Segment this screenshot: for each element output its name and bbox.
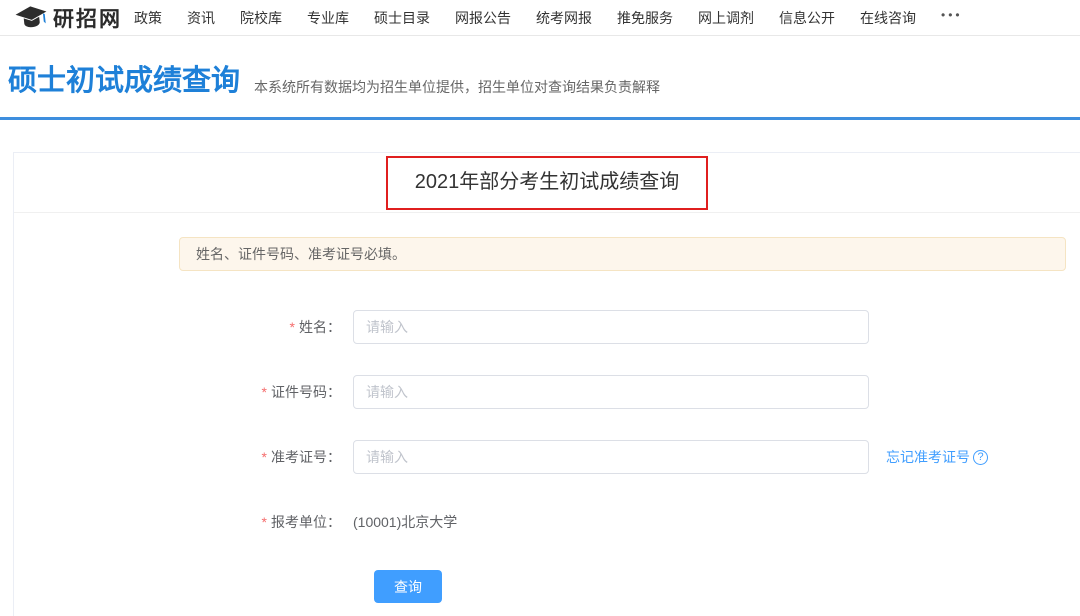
ticket-number-label: *准考证号： xyxy=(179,447,341,467)
required-asterisk: * xyxy=(262,449,267,465)
nav-item-yuanxiaoku[interactable]: 院校库 xyxy=(240,8,282,28)
ticket-number-input[interactable] xyxy=(353,440,869,474)
question-circle-icon: ? xyxy=(973,450,988,465)
id-number-label: *证件号码： xyxy=(179,382,341,402)
nav-item-tuimianfuwu[interactable]: 推免服务 xyxy=(617,8,673,28)
target-unit-value: (10001)北京大学 xyxy=(353,512,457,532)
site-logo[interactable]: 研招网 xyxy=(15,3,122,33)
nav-item-zixun[interactable]: 资讯 xyxy=(187,8,215,28)
nav-more-ellipsis-icon[interactable]: ••• xyxy=(941,8,963,28)
name-label: *姓名： xyxy=(179,317,341,337)
page-header: 硕士初试成绩查询 本系统所有数据均为招生单位提供，招生单位对查询结果负责解释 xyxy=(0,36,1080,117)
nav-item-shuoshimulu[interactable]: 硕士目录 xyxy=(374,8,430,28)
forgot-ticket-link-label: 忘记准考证号 xyxy=(886,447,970,467)
nav-item-wangbaogonggao[interactable]: 网报公告 xyxy=(455,8,511,28)
score-query-form: *姓名： *证件号码： *准考证号： 忘记准考证号? *报考单位： (10001… xyxy=(14,310,1080,603)
submit-row: 查询 xyxy=(374,570,1080,603)
form-row-name: *姓名： xyxy=(179,310,1080,344)
name-input[interactable] xyxy=(353,310,869,344)
nav-item-wangshangtiaoji[interactable]: 网上调剂 xyxy=(698,8,754,28)
graduation-cap-icon xyxy=(15,5,48,31)
alert-message: 姓名、证件号码、准考证号必填。 xyxy=(196,244,406,264)
id-number-input[interactable] xyxy=(353,375,869,409)
nav-item-zhuanyeku[interactable]: 专业库 xyxy=(307,8,349,28)
header-divider xyxy=(0,117,1080,120)
forgot-ticket-link[interactable]: 忘记准考证号? xyxy=(886,447,988,467)
required-asterisk: * xyxy=(262,514,267,530)
form-row-target-unit: *报考单位： (10001)北京大学 xyxy=(179,505,1080,539)
page-title: 硕士初试成绩查询 xyxy=(8,67,240,96)
query-card: 2021年部分考生初试成绩查询 姓名、证件号码、准考证号必填。 *姓名： *证件… xyxy=(13,152,1080,616)
page-subtitle: 本系统所有数据均为招生单位提供，招生单位对查询结果负责解释 xyxy=(254,77,660,97)
required-asterisk: * xyxy=(290,319,295,335)
form-row-id-number: *证件号码： xyxy=(179,375,1080,409)
form-row-ticket-number: *准考证号： 忘记准考证号? xyxy=(179,440,1080,474)
site-logo-text: 研招网 xyxy=(53,3,122,33)
nav-item-xinxigongkai[interactable]: 信息公开 xyxy=(779,8,835,28)
nav-item-tongkaowangbao[interactable]: 统考网报 xyxy=(536,8,592,28)
query-button[interactable]: 查询 xyxy=(374,570,442,603)
card-title: 2021年部分考生初试成绩查询 xyxy=(415,171,680,193)
nav-item-zaixianzixun[interactable]: 在线咨询 xyxy=(860,8,916,28)
card-header: 2021年部分考生初试成绩查询 xyxy=(14,153,1080,213)
target-unit-label: *报考单位： xyxy=(179,512,341,532)
required-asterisk: * xyxy=(262,384,267,400)
nav-menu: 政策 资讯 院校库 专业库 硕士目录 网报公告 统考网报 推免服务 网上调剂 信… xyxy=(134,8,963,28)
required-fields-alert: 姓名、证件号码、准考证号必填。 xyxy=(179,237,1066,271)
red-annotation-box: 2021年部分考生初试成绩查询 xyxy=(386,156,709,210)
nav-item-zhengce[interactable]: 政策 xyxy=(134,8,162,28)
top-navbar: 研招网 政策 资讯 院校库 专业库 硕士目录 网报公告 统考网报 推免服务 网上… xyxy=(0,0,1080,36)
